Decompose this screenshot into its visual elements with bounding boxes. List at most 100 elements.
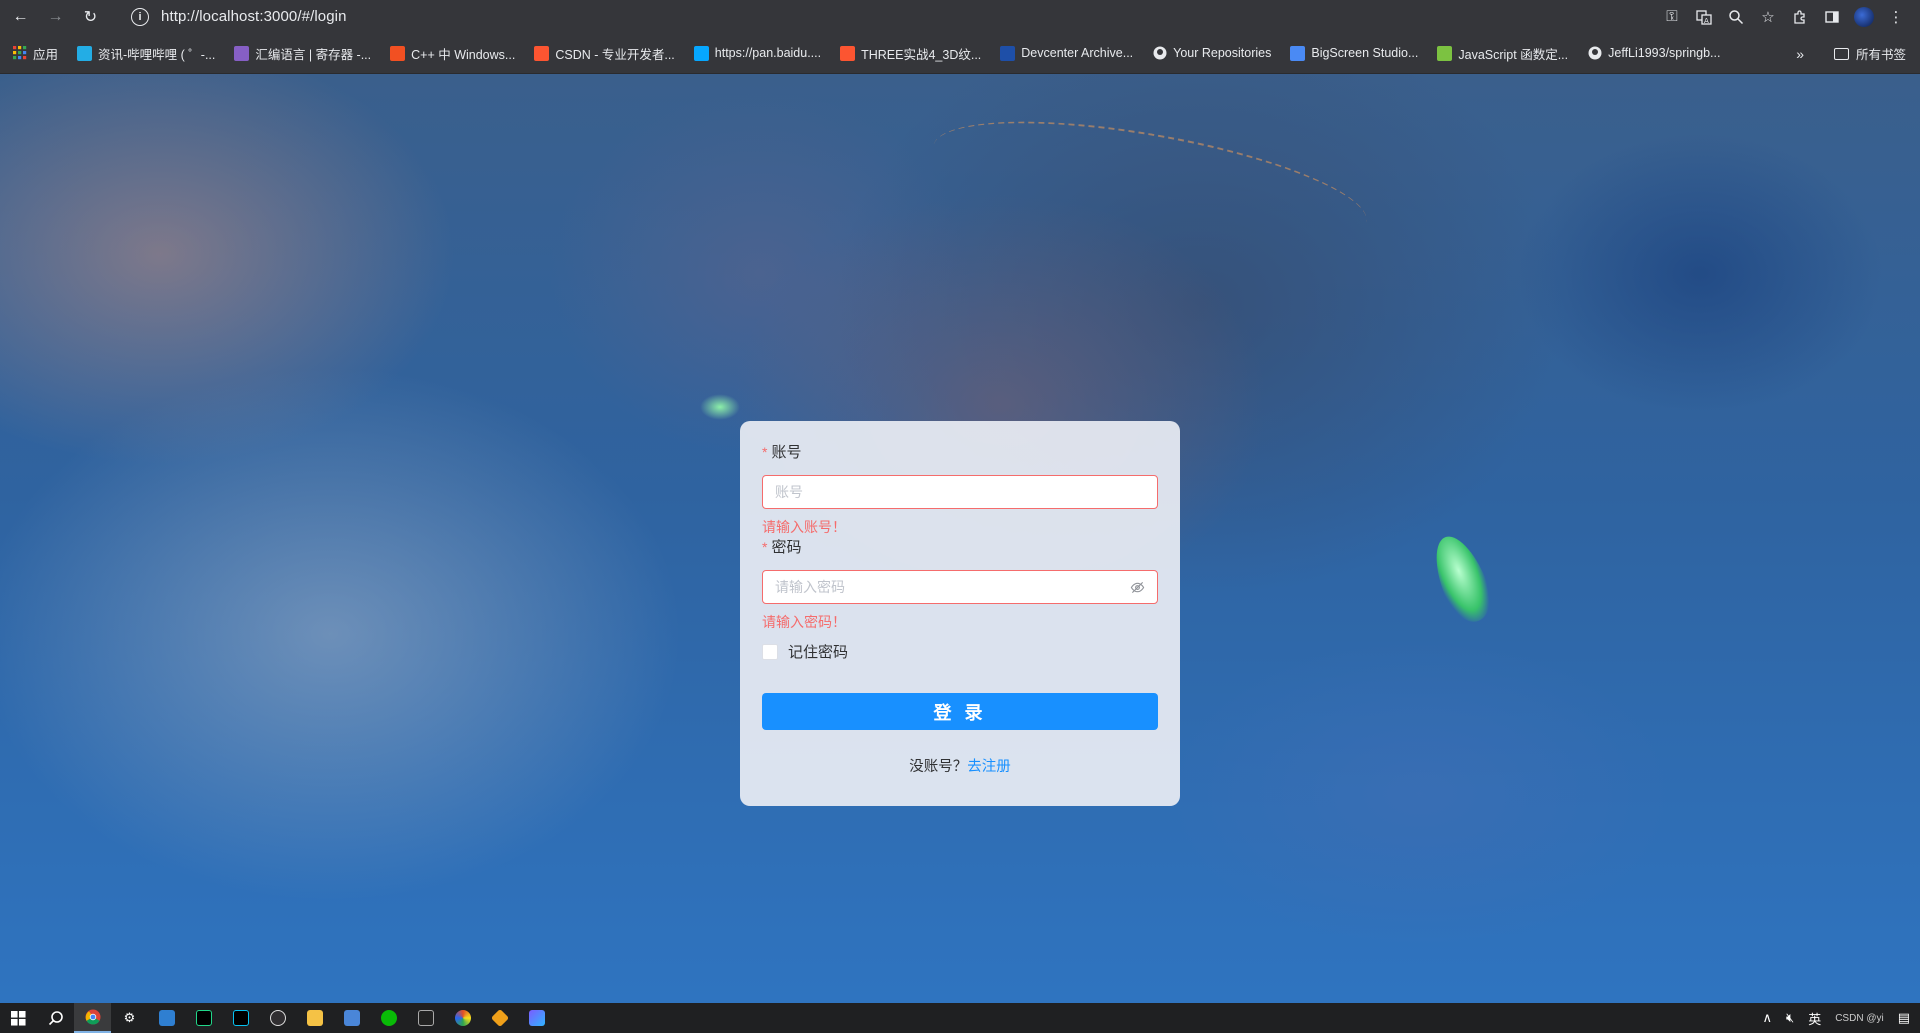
password-label-text: 密码: [771, 539, 802, 556]
bookmark-label: BigScreen Studio...: [1311, 46, 1419, 60]
bookmark-item[interactable]: JeffLi1993/springb...: [1587, 46, 1720, 61]
terminal-icon[interactable]: [407, 1003, 444, 1033]
background-art-detail: [924, 96, 1376, 272]
file-explorer-icon[interactable]: [296, 1003, 333, 1033]
reload-button[interactable]: ↻: [76, 2, 105, 31]
sidepanel-icon[interactable]: [1816, 0, 1848, 33]
remember-password[interactable]: 记住密码: [762, 641, 848, 662]
baidu-pan-icon: [693, 45, 709, 61]
obs-icon[interactable]: [259, 1003, 296, 1033]
browser-toolbar: ← → ↻ i http://localhost:3000/#/login ⚿ …: [0, 0, 1920, 33]
eye-hidden-icon[interactable]: [1129, 579, 1145, 595]
more-bookmarks-chevron-icon[interactable]: »: [1796, 46, 1804, 62]
background-leaf-glow: [1424, 529, 1500, 629]
bookmark-item[interactable]: CSDN - 专业开发者...: [534, 44, 675, 63]
no-account-text: 没账号？: [909, 759, 968, 775]
app-icon[interactable]: [333, 1003, 370, 1033]
bookmark-item[interactable]: 应用: [12, 44, 58, 63]
login-button[interactable]: 登 录: [762, 693, 1158, 730]
login-page-background: * 账号 账号 请输入账号！ * 密码 请输入密码 请输入密码！ 记住密码 登 …: [0, 74, 1920, 1003]
extensions-icon[interactable]: [1784, 0, 1816, 33]
url-text[interactable]: http://localhost:3000/#/login: [161, 8, 347, 25]
login-card: * 账号 账号 请输入账号！ * 密码 请输入密码 请输入密码！ 记住密码 登 …: [740, 421, 1180, 806]
bookmark-item[interactable]: BigScreen Studio...: [1290, 45, 1419, 61]
remember-checkbox[interactable]: [762, 643, 778, 660]
bookmark-label: https://pan.baidu....: [714, 46, 822, 60]
settings-icon[interactable]: ⚙: [111, 1003, 148, 1033]
address-bar[interactable]: i http://localhost:3000/#/login: [122, 3, 1622, 30]
account-error: 请输入账号！: [762, 519, 846, 535]
wechat-icon[interactable]: [370, 1003, 407, 1033]
bigscreen-icon: [1290, 45, 1306, 61]
all-bookmarks-label[interactable]: 所有书签: [1856, 44, 1906, 63]
bookmark-item[interactable]: JavaScript 函数定...: [1437, 44, 1568, 63]
bookmark-item[interactable]: Your Repositories: [1152, 46, 1271, 61]
bookmark-label: Your Repositories: [1173, 46, 1272, 60]
folder-icon: [1833, 47, 1849, 60]
control-panel-icon[interactable]: [148, 1003, 185, 1033]
required-mark: *: [762, 443, 768, 460]
bookmark-item[interactable]: 资讯-哔哩哔哩 ( ゜-...: [77, 44, 215, 63]
ime-indicator[interactable]: 英: [1808, 1009, 1821, 1028]
password-input[interactable]: 请输入密码: [762, 570, 1158, 604]
pycharm-icon[interactable]: [185, 1003, 222, 1033]
register-prompt: 没账号？去注册: [740, 755, 1180, 776]
git-icon[interactable]: [481, 1003, 518, 1033]
vs-icon: [234, 45, 250, 61]
bookmark-label: 汇编语言 | 寄存器 -...: [255, 47, 372, 62]
forward-button[interactable]: →: [41, 2, 70, 31]
bookmark-item[interactable]: THREE实战4_3D纹...: [840, 44, 981, 63]
back-button[interactable]: ←: [6, 2, 35, 31]
taskbar: ⚙ ∧ 🔇︎ 英 CSDN @yi ▤: [0, 1003, 1920, 1033]
bookmarks-right: » 所有书签: [1796, 33, 1906, 74]
site-info-icon[interactable]: i: [131, 7, 149, 26]
browser-icon[interactable]: [444, 1003, 481, 1033]
menu-icon[interactable]: ⋮: [1880, 0, 1912, 33]
csdn-icon: [840, 45, 856, 61]
star-icon[interactable]: ☆: [1752, 0, 1784, 33]
svg-text:A: A: [1704, 17, 1709, 25]
microsoft-icon: [390, 45, 406, 61]
account-input[interactable]: 账号: [762, 475, 1158, 509]
remember-label: 记住密码: [788, 644, 849, 661]
required-mark: *: [762, 538, 768, 555]
notification-icon[interactable]: ▤: [1898, 1010, 1910, 1026]
profile-icon[interactable]: [1848, 0, 1880, 33]
bookmark-item[interactable]: https://pan.baidu....: [693, 45, 822, 61]
windows-start-icon[interactable]: [0, 1003, 37, 1033]
zoom-icon[interactable]: [1720, 0, 1752, 33]
password-placeholder: 请输入密码: [775, 579, 845, 595]
github-icon: [1152, 46, 1167, 61]
search-icon[interactable]: [37, 1003, 74, 1033]
apps-icon: [12, 46, 27, 61]
w-icon: [1000, 45, 1016, 61]
bookmark-label: Devcenter Archive...: [1021, 46, 1134, 60]
bookmark-label: THREE实战4_3D纹...: [861, 47, 982, 62]
image-viewer-icon[interactable]: [518, 1003, 555, 1033]
bookmark-item[interactable]: Devcenter Archive...: [1000, 45, 1134, 61]
account-label-text: 账号: [771, 444, 802, 461]
volume-muted-icon[interactable]: 🔇︎: [1786, 1010, 1794, 1026]
bookmark-label: JeffLi1993/springb...: [1608, 46, 1721, 60]
password-error: 请输入密码！: [762, 614, 846, 630]
password-label: * 密码: [762, 536, 801, 557]
watermark-text: CSDN @yi: [1835, 1012, 1884, 1024]
translate-icon[interactable]: A: [1688, 0, 1720, 33]
bilibili-icon: [77, 45, 93, 61]
register-link[interactable]: 去注册: [967, 759, 1011, 775]
bookmark-item[interactable]: 汇编语言 | 寄存器 -...: [234, 44, 371, 63]
bookmark-item[interactable]: C++ 中 Windows...: [390, 44, 515, 63]
key-icon[interactable]: ⚿: [1656, 0, 1688, 33]
chrome-icon[interactable]: [74, 1003, 111, 1033]
account-label: * 账号: [762, 441, 801, 462]
webstorm-icon[interactable]: [222, 1003, 259, 1033]
system-tray: ∧ 🔇︎ 英 CSDN @yi ▤: [1762, 1003, 1910, 1033]
bookmark-label: CSDN - 专业开发者...: [555, 47, 675, 62]
chevron-up-icon[interactable]: ∧: [1762, 1010, 1772, 1026]
bookmark-label: JavaScript 函数定...: [1458, 47, 1569, 62]
runoob-icon: [1437, 45, 1453, 61]
background-glow: [700, 394, 740, 420]
csdn-icon: [534, 45, 550, 61]
github-icon: [1587, 46, 1602, 61]
bookmarks-bar: 应用 资讯-哔哩哔哩 ( ゜-... 汇编语言 | 寄存器 -... C++ 中 Wi…: [0, 33, 1920, 74]
